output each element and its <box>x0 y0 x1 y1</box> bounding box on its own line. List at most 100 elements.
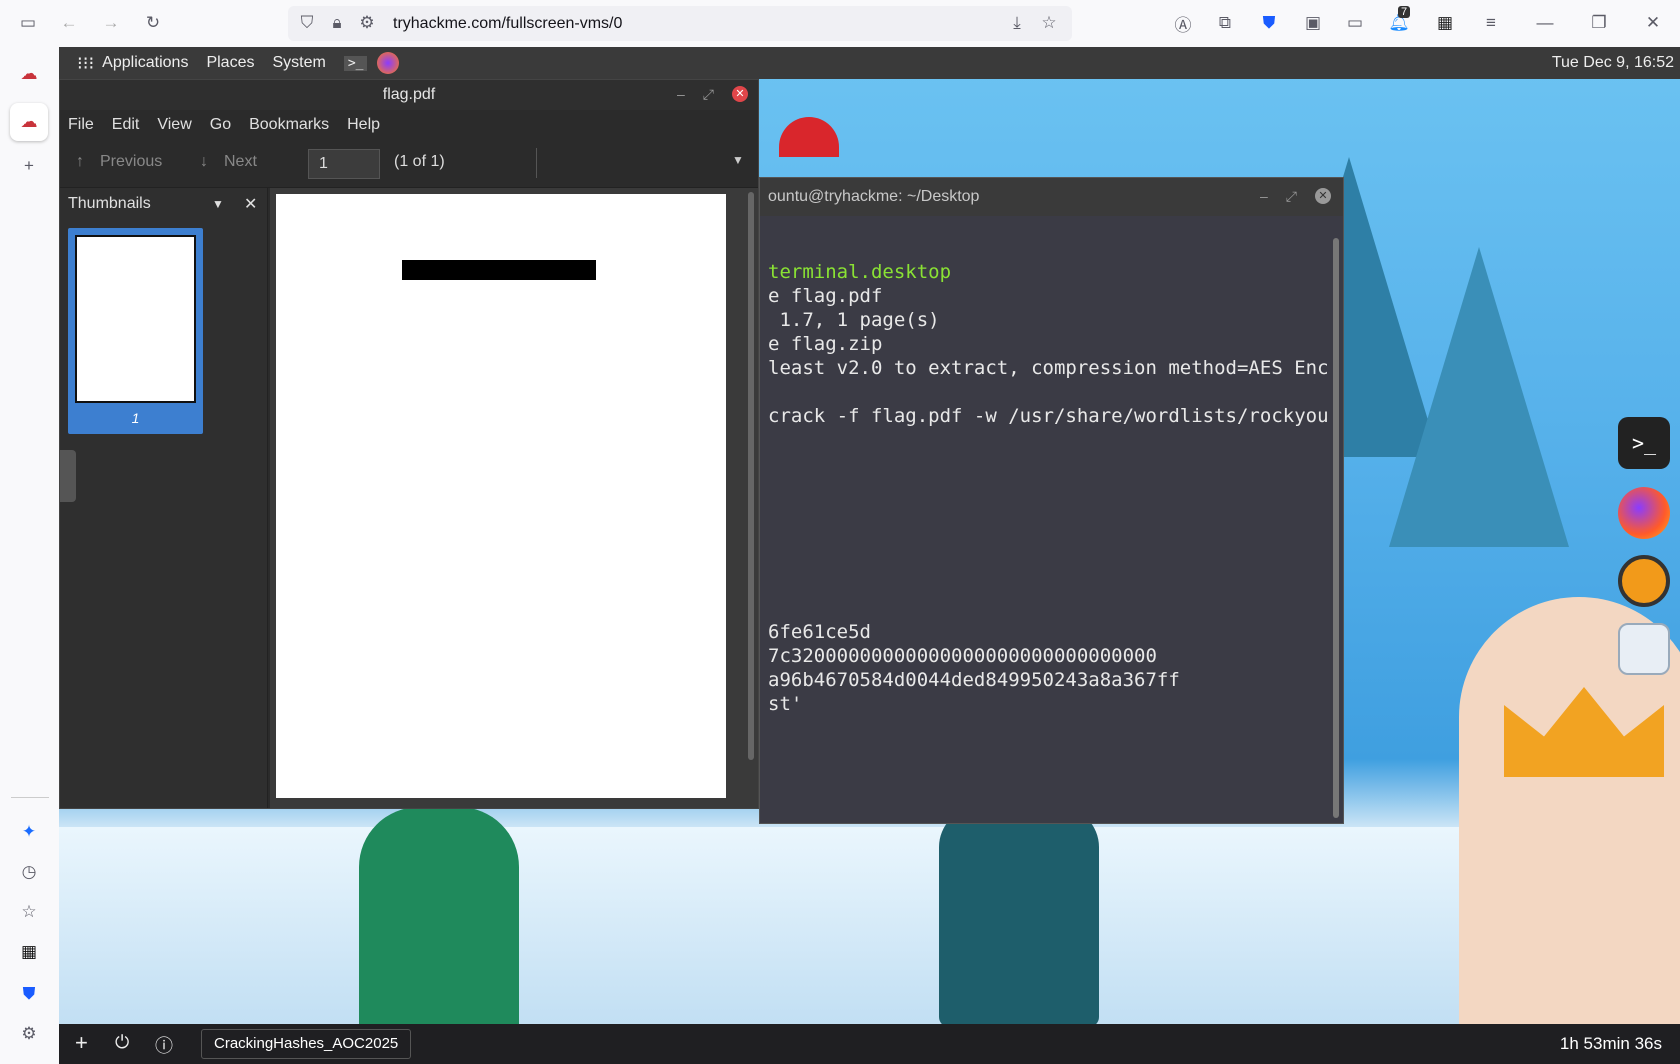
bitwarden-icon[interactable]: ⛊ <box>1258 12 1280 34</box>
sidebar-toggle-icon[interactable]: ▭ <box>17 12 39 34</box>
url-text: tryhackme.com/fullscreen-vms/0 <box>393 15 623 32</box>
thumbnails-label: Thumbnails <box>68 195 151 212</box>
url-bar[interactable]: ⛉ 🔒︎ ⚙ tryhackme.com/fullscreen-vms/0 ⤓ … <box>288 6 1072 41</box>
new-tab-icon[interactable]: + <box>18 155 40 177</box>
close-icon[interactable]: ✕ <box>732 86 748 102</box>
menu-bookmarks[interactable]: Bookmarks <box>249 116 329 134</box>
terminal-line: e flag.zip <box>768 333 883 355</box>
background-tree <box>1389 247 1569 547</box>
thumbnails-header: Thumbnails ▼ ✕ <box>60 188 267 220</box>
pdf-title-bar[interactable]: flag.pdf – ⤢ ✕ <box>60 80 758 110</box>
vm-name-tab[interactable]: CrackingHashes_AOC2025 <box>201 1029 412 1059</box>
tryhackme-tab-icon[interactable]: ☁ <box>18 63 40 85</box>
terminal-launcher-icon[interactable]: >_ <box>343 55 368 71</box>
menu-icon[interactable]: ≡ <box>1480 12 1502 34</box>
apps-icon[interactable]: ▦ <box>18 941 40 963</box>
lock-icon: 🔒︎ <box>332 13 342 32</box>
applications-menu[interactable]: Applications <box>102 54 188 72</box>
previous-button[interactable]: Previous <box>100 153 162 171</box>
page-count-label: (1 of 1) <box>394 153 445 170</box>
menu-help[interactable]: Help <box>347 116 380 134</box>
reload-icon[interactable]: ↻ <box>142 12 164 34</box>
minimize-icon[interactable]: – <box>677 86 685 103</box>
restore-icon[interactable]: ❐ <box>1588 12 1610 34</box>
pdf-window-title: flag.pdf <box>382 86 436 103</box>
elf-character <box>359 807 519 1057</box>
ai-sparkle-icon[interactable]: ✦ <box>18 821 40 843</box>
sync-dock-icon[interactable] <box>1618 555 1670 607</box>
system-menu[interactable]: System <box>272 54 325 72</box>
permissions-icon[interactable]: ⚙ <box>356 12 378 34</box>
toolbar-separator <box>536 148 537 178</box>
bitwarden-sidebar-icon[interactable]: ⛊ <box>18 983 40 1005</box>
tryhackme-tab-icon: ☁ <box>20 112 38 131</box>
close-icon[interactable]: ✕ <box>1315 188 1331 204</box>
terminal-line: terminal.desktop <box>768 261 952 283</box>
menu-go[interactable]: Go <box>210 116 231 134</box>
menu-edit[interactable]: Edit <box>112 116 140 134</box>
menu-file[interactable]: File <box>68 116 94 134</box>
history-icon[interactable]: ◷ <box>18 861 40 883</box>
apps-grid-icon[interactable]: ⁝⁝⁝ <box>77 53 94 74</box>
arrow-down-icon: ↓ <box>200 153 208 170</box>
firefox-launcher-icon[interactable] <box>377 52 400 74</box>
chevron-down-icon[interactable]: ▼ <box>212 197 224 211</box>
vm-desktop[interactable]: ⁝⁝⁝ Applications Places System >_ Tue De… <box>59 47 1680 1064</box>
terminal-line: crack -f flag.pdf -w /usr/share/wordlist… <box>768 405 1329 427</box>
terminal-line: 6fe61ce5d <box>768 621 871 643</box>
forward-icon[interactable]: → <box>100 12 122 34</box>
document-view[interactable] <box>270 188 758 808</box>
thumbnail-page-number: 1 <box>131 410 140 426</box>
browser-toolbar: ▭ ← → ↻ ⛉ 🔒︎ ⚙ tryhackme.com/fullscreen-… <box>0 0 1680 47</box>
thumbnails-panel: Thumbnails ▼ ✕ 1 <box>60 188 268 808</box>
container-icon[interactable]: ▣ <box>1302 12 1324 34</box>
close-icon[interactable]: ✕ <box>1642 12 1664 34</box>
info-icon[interactable]: ⓘ <box>155 1032 173 1058</box>
minimize-icon[interactable]: — <box>1534 12 1556 34</box>
maximize-icon[interactable]: ⤢ <box>1286 188 1297 205</box>
thumbnail-page-1[interactable]: 1 <box>68 228 203 434</box>
santa-hat-logo <box>779 117 839 157</box>
apps-grid-icon[interactable]: ▦ <box>1434 12 1456 34</box>
account-icon[interactable]: Ⓐ <box>1172 12 1194 35</box>
document-dock-icon[interactable] <box>1618 623 1670 675</box>
terminal-line: least v2.0 to extract, compression metho… <box>768 357 1329 379</box>
chevron-down-icon[interactable]: ▼ <box>732 153 744 167</box>
pdf-menubar: File Edit View Go Bookmarks Help <box>60 110 758 140</box>
close-icon[interactable]: ✕ <box>244 194 257 214</box>
terminal-scrollbar[interactable] <box>1333 238 1339 818</box>
person-character <box>939 807 1099 1027</box>
page-number-input[interactable]: 1 <box>308 149 380 179</box>
terminal-window[interactable]: ountu@tryhackme: ~/Desktop – ⤢ ✕ termina… <box>759 177 1344 824</box>
bookmark-star-icon[interactable]: ☆ <box>1038 12 1060 34</box>
back-icon[interactable]: ← <box>58 12 80 34</box>
vm-bottom-bar: + ⏻ ⓘ CrackingHashes_AOC2025 1h 53min 36… <box>59 1024 1680 1064</box>
menu-view[interactable]: View <box>157 116 191 134</box>
add-icon[interactable]: + <box>75 1030 88 1056</box>
panel-resize-handle[interactable] <box>60 450 76 502</box>
shield-icon: ⛉ <box>300 13 314 32</box>
next-button[interactable]: Next <box>224 153 257 171</box>
settings-gear-icon[interactable]: ⚙ <box>18 1023 40 1045</box>
vertical-scrollbar[interactable] <box>748 192 754 760</box>
terminal-output[interactable]: terminal.desktop e flag.pdf 1.7, 1 page(… <box>760 216 1335 816</box>
download-page-icon[interactable]: ⤓ <box>1006 12 1028 34</box>
arrow-up-icon: ↑ <box>76 153 84 170</box>
reader-icon[interactable]: ▭ <box>1344 12 1366 34</box>
notification-badge: 7 <box>1398 6 1411 18</box>
session-timer: 1h 53min 36s <box>1559 1034 1662 1053</box>
terminal-dock-icon[interactable]: >_ <box>1618 417 1670 469</box>
active-tab-tile[interactable]: ☁ <box>10 103 48 141</box>
bookmarks-icon[interactable]: ☆ <box>18 901 40 923</box>
places-menu[interactable]: Places <box>206 54 254 72</box>
extensions-icon[interactable]: ⧉ <box>1214 12 1236 34</box>
minimize-icon[interactable]: – <box>1260 188 1268 205</box>
thumbnail-image <box>75 235 196 403</box>
panel-clock[interactable]: Tue Dec 9, 16:52 <box>1552 54 1674 72</box>
firefox-dock-icon[interactable] <box>1618 487 1670 539</box>
power-icon[interactable]: ⏻ <box>115 1032 129 1053</box>
pdf-toolbar: ↑ Previous ↓ Next 1 (1 of 1) ▼ <box>60 140 758 188</box>
maximize-icon[interactable]: ⤢ <box>703 86 714 103</box>
pdf-viewer-window[interactable]: flag.pdf – ⤢ ✕ File Edit View Go Bookmar… <box>59 79 759 809</box>
terminal-title-bar[interactable]: ountu@tryhackme: ~/Desktop – ⤢ ✕ <box>760 178 1343 216</box>
